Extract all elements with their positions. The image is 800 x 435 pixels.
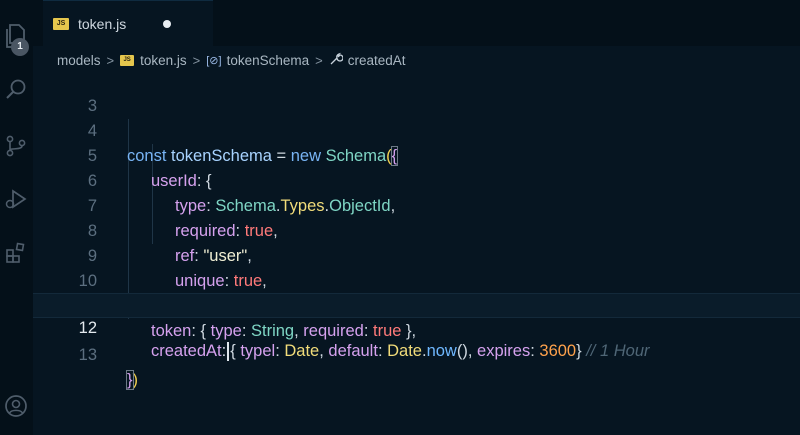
- extensions-icon[interactable]: [3, 240, 29, 266]
- js-file-icon: JS: [53, 18, 69, 30]
- wrench-icon: [329, 52, 344, 69]
- code-line[interactable]: 6 type: Schema.Types.ObjectId,: [33, 144, 800, 215]
- code-line[interactable]: 13 }): [33, 318, 800, 390]
- text-cursor: [227, 342, 230, 362]
- js-file-icon: JS: [120, 54, 135, 66]
- code-line[interactable]: 5 userId: {: [33, 119, 800, 190]
- closing-paren: ): [132, 371, 139, 389]
- unsaved-dot-icon[interactable]: [163, 20, 172, 28]
- variable-symbol-icon: [⊘]: [206, 54, 222, 67]
- breadcrumb-symbol-tokenschema[interactable]: tokenSchema: [227, 53, 310, 68]
- code-line[interactable]: 9 unique: true,: [33, 219, 800, 290]
- code-line[interactable]: 10 },: [33, 244, 800, 315]
- code-line-active[interactable]: 12 createdAt:{ typel: Date, default: Dat…: [33, 293, 800, 362]
- chevron-right-icon: >: [192, 52, 201, 68]
- account-icon[interactable]: [3, 393, 29, 419]
- chevron-right-icon: >: [315, 52, 323, 68]
- code-line[interactable]: 7 required: true,: [33, 169, 800, 240]
- code-editor[interactable]: 3 4 const tokenSchema = new Schema({ 5 u…: [33, 72, 800, 435]
- chevron-right-icon: >: [106, 52, 115, 68]
- search-icon[interactable]: [3, 76, 29, 102]
- code-text: createdAt:{ typel: Date, default: Date.n…: [151, 342, 650, 362]
- tab-token-js[interactable]: JS token.js: [43, 0, 213, 47]
- code-line[interactable]: 3: [33, 69, 800, 115]
- tab-bar: JS token.js: [33, 0, 800, 47]
- tab-label: token.js: [78, 16, 127, 32]
- code-line[interactable]: 4 const tokenSchema = new Schema({: [33, 94, 800, 166]
- code-line[interactable]: 11 token: { type: String, required: true…: [33, 269, 800, 340]
- activity-bar: 1: [0, 0, 33, 435]
- breadcrumb-folder[interactable]: models: [57, 53, 101, 68]
- explorer-badge: 1: [11, 38, 29, 56]
- run-debug-icon[interactable]: [3, 186, 29, 212]
- source-control-icon[interactable]: [3, 133, 29, 159]
- breadcrumb-symbol-createdat[interactable]: createdAt: [348, 53, 406, 68]
- code-line[interactable]: 8 ref: "user",: [33, 194, 800, 265]
- breadcrumb-file[interactable]: token.js: [140, 53, 187, 68]
- code-text: }): [126, 370, 139, 390]
- line-number: 13: [78, 346, 97, 364]
